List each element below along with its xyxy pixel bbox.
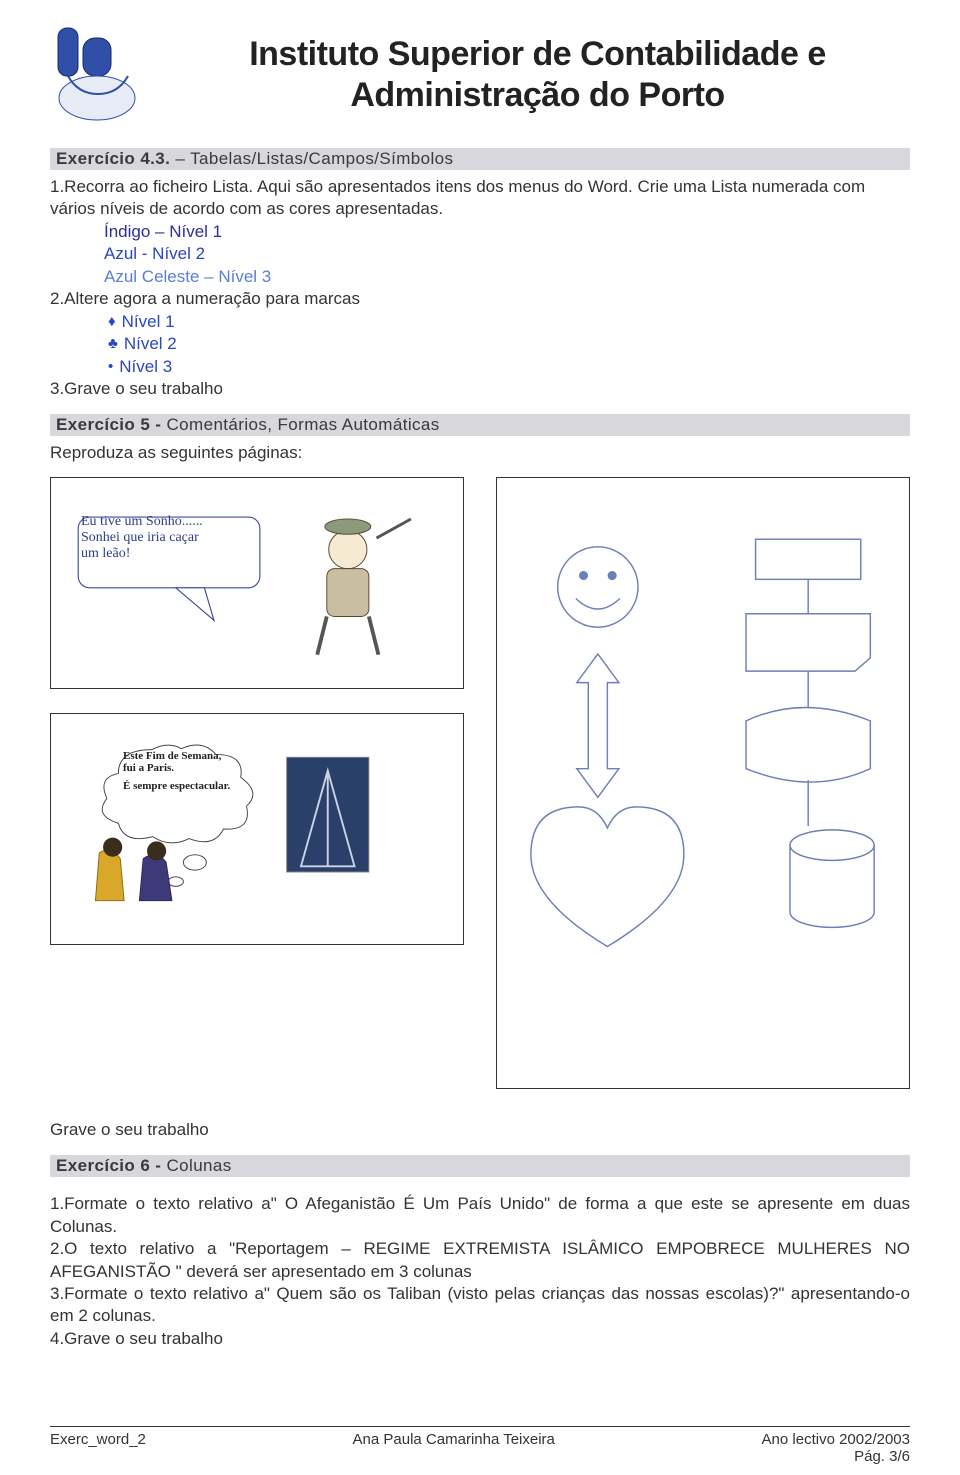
ex5-title-rest: Comentários, Formas Automáticas	[161, 415, 439, 434]
ex43-p3: 3.Grave o seu trabalho	[50, 378, 910, 400]
figure-speech-hunter: Eu tive um Sonho...... Sonhei que iria c…	[50, 477, 464, 689]
ex5-sub: Reproduza as seguintes páginas:	[50, 442, 910, 464]
institution-title: Instituto Superior de Contabilidade e Ad…	[165, 34, 910, 116]
exercise-5-header: Exercício 5 - Comentários, Formas Automá…	[50, 414, 910, 436]
exercise-43-header: Exercício 4.3. – Tabelas/Listas/Campos/S…	[50, 148, 910, 170]
ex6-body: 1.Formate o texto relativo a" O Afeganis…	[50, 1183, 910, 1350]
ex6-p3: 3.Formate o texto relativo a" Quem são o…	[50, 1283, 910, 1328]
figures-right-column	[496, 477, 910, 1113]
figure-flowchart-shapes	[496, 477, 910, 1089]
footer-right2: Pág. 3/6	[762, 1448, 910, 1465]
m1-label: Nível 1	[122, 311, 175, 333]
ex5-title-bold: Exercício 5 -	[56, 415, 161, 434]
ex43-title-rest: – Tabelas/Listas/Campos/Símbolos	[170, 149, 453, 168]
ex6-p1: 1.Formate o texto relativo a" O Afeganis…	[50, 1193, 910, 1238]
ex6-p2: 2.O texto relativo a "Reportagem – REGIM…	[50, 1238, 910, 1283]
ex6-p4: 4.Grave o seu trabalho	[50, 1328, 910, 1350]
footer-center: Ana Paula Camarinha Teixeira	[353, 1431, 555, 1465]
ex5-save: Grave o seu trabalho	[50, 1119, 910, 1141]
ex43-azul: Azul - Nível 2	[104, 243, 910, 265]
figure-thought-paris: Este Fim de Semana, fui a Paris. É sempr…	[50, 713, 464, 945]
ex6-title-bold: Exercício 6 -	[56, 1156, 161, 1175]
institution-line1: Instituto Superior de Contabilidade e	[249, 35, 826, 73]
footer-right: Ano lectivo 2002/2003 Pág. 3/6	[762, 1431, 910, 1465]
speech-bubble-1-text: Eu tive um Sonho...... Sonhei que iria c…	[81, 514, 251, 562]
exercise-6-header: Exercício 6 - Colunas	[50, 1155, 910, 1177]
ex43-p1: 1.Recorra ao ficheiro Lista. Aqui são ap…	[50, 176, 910, 221]
ex43-body: 1.Recorra ao ficheiro Lista. Aqui são ap…	[50, 176, 910, 400]
thought-text-a: Este Fim de Semana, fui a Paris.	[123, 750, 263, 774]
figures-left-column: Eu tive um Sonho...... Sonhei que iria c…	[50, 477, 464, 1113]
footer-right1: Ano lectivo 2002/2003	[762, 1431, 910, 1448]
institution-line2: Administração do Porto	[350, 76, 724, 114]
m3-label: Nível 3	[119, 356, 172, 378]
ex6-title-rest: Colunas	[161, 1156, 231, 1175]
dot-icon: •	[108, 357, 113, 377]
ex43-azul-celeste: Azul Celeste – Nível 3	[104, 266, 910, 288]
footer-left: Exerc_word_2	[50, 1431, 146, 1465]
institution-logo	[50, 20, 145, 130]
thought-text-b: É sempre espectacular.	[123, 780, 263, 792]
diamond-icon: ♦	[108, 312, 116, 332]
document-header: Instituto Superior de Contabilidade e Ad…	[50, 20, 910, 130]
club-icon: ♣	[108, 334, 118, 354]
ex43-indigo: Índigo – Nível 1	[104, 221, 910, 243]
ex43-title-bold: Exercício 4.3.	[56, 149, 170, 168]
marker-level-2: ♣ Nível 2	[108, 333, 910, 355]
marker-level-1: ♦ Nível 1	[108, 311, 910, 333]
ex43-p2: 2.Altere agora a numeração para marcas	[50, 288, 910, 310]
page-footer: Exerc_word_2 Ana Paula Camarinha Teixeir…	[50, 1426, 910, 1465]
marker-level-3: • Nível 3	[108, 356, 910, 378]
m2-label: Nível 2	[124, 333, 177, 355]
figures-row: Eu tive um Sonho...... Sonhei que iria c…	[50, 477, 910, 1113]
